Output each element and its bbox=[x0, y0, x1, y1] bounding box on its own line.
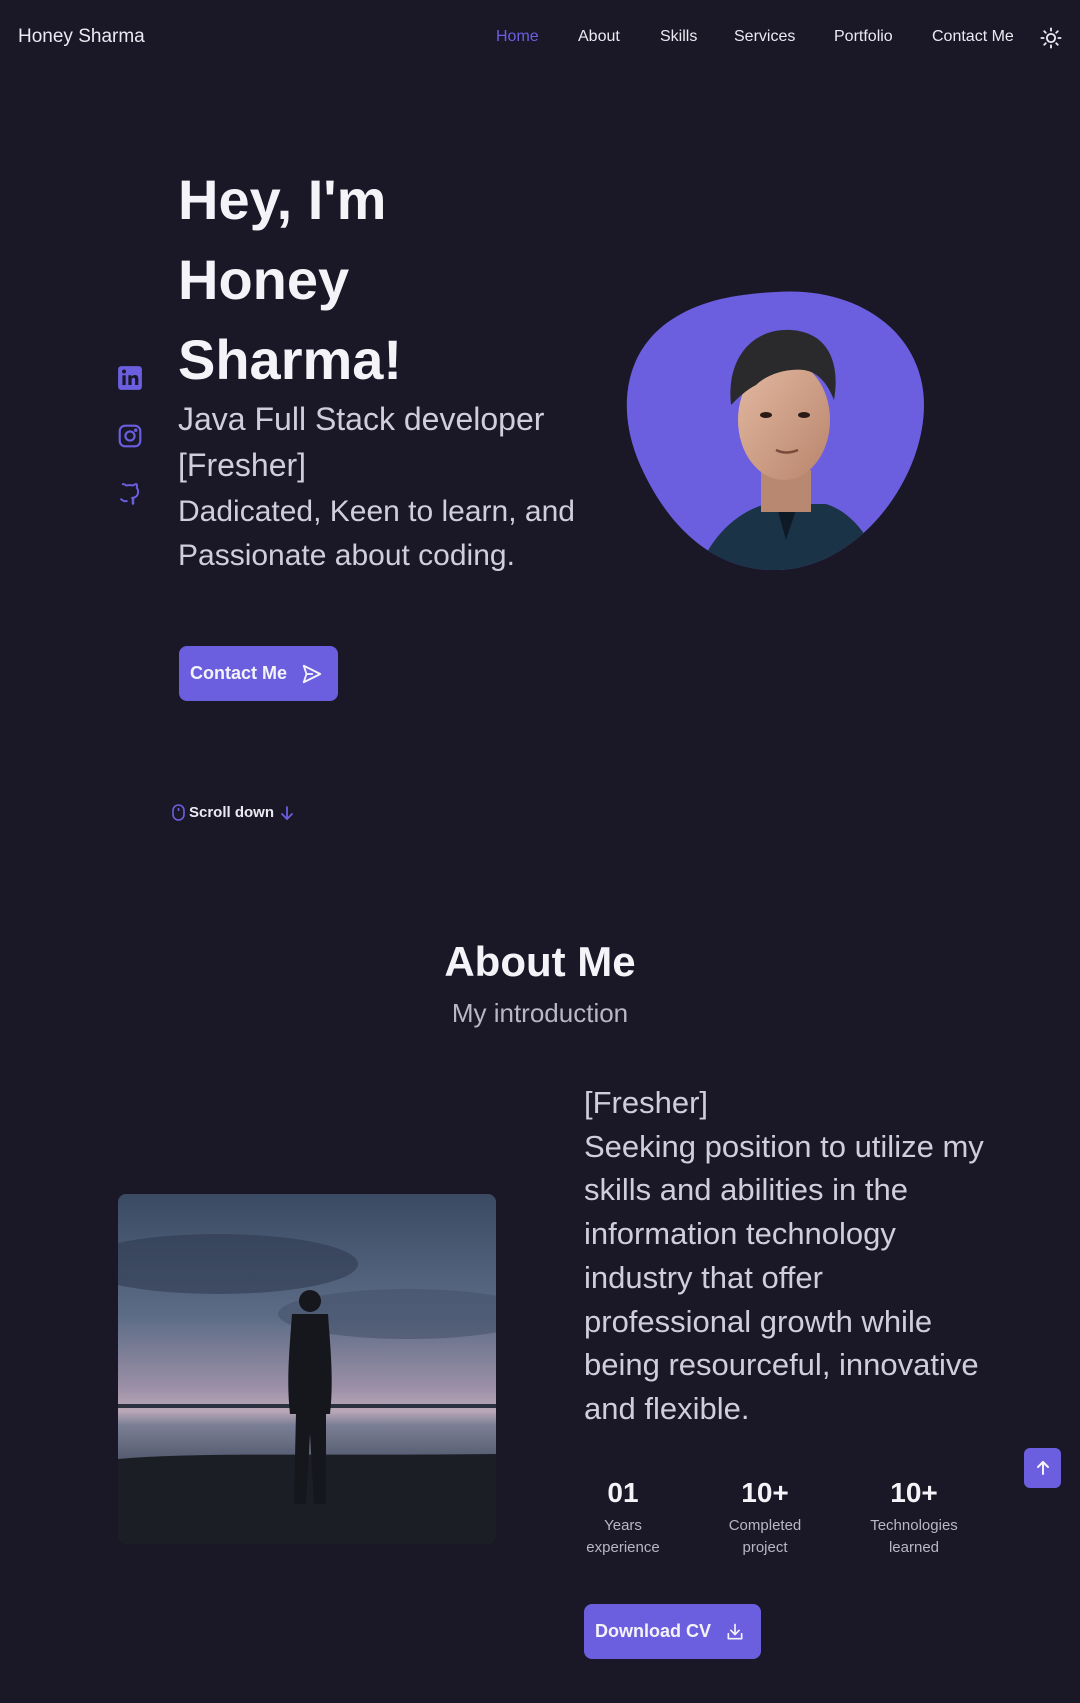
about-description: [Fresher] Seeking position to utilize my… bbox=[584, 1085, 984, 1426]
stat-experience: 01 Years experience bbox=[578, 1475, 668, 1559]
scroll-down-label: Scroll down bbox=[189, 804, 275, 821]
nav-menu: Home About Skills Services Portfolio Con… bbox=[0, 28, 1080, 52]
hero-subtitle: Java Full Stack developer [Fresher] bbox=[178, 401, 545, 483]
hero-title: Hey, I'm Honey Sharma! bbox=[178, 168, 403, 391]
download-cv-button[interactable]: Download CV bbox=[584, 1604, 761, 1659]
download-cv-label: Download CV bbox=[595, 1621, 711, 1641]
stat-label: Completed project bbox=[728, 1517, 802, 1556]
instagram-icon[interactable] bbox=[117, 423, 143, 449]
stat-technologies: 10+ Technologies learned bbox=[862, 1475, 966, 1559]
download-icon bbox=[727, 1623, 743, 1639]
hero-description: Dadicated, Keen to learn, and Passionate… bbox=[178, 495, 575, 572]
nav-skills[interactable]: Skills bbox=[660, 28, 697, 46]
contact-me-button[interactable]: Contact Me bbox=[179, 646, 338, 701]
scroll-to-top-button[interactable] bbox=[1024, 1448, 1061, 1488]
stat-number: 10+ bbox=[741, 1477, 789, 1508]
linkedin-icon[interactable] bbox=[117, 365, 143, 391]
stat-number: 10+ bbox=[890, 1477, 938, 1508]
stat-projects: 10+ Completed project bbox=[714, 1475, 816, 1559]
stat-label: Technologies learned bbox=[870, 1517, 958, 1556]
mouse-icon bbox=[172, 804, 185, 821]
arrow-up-icon bbox=[1036, 1461, 1049, 1475]
profile-avatar bbox=[626, 291, 924, 571]
nav-about[interactable]: About bbox=[578, 28, 620, 46]
nav-portfolio[interactable]: Portfolio bbox=[834, 28, 893, 46]
github-icon[interactable] bbox=[117, 481, 143, 507]
stat-label: Years experience bbox=[586, 1517, 660, 1556]
nav-home[interactable]: Home bbox=[496, 28, 539, 46]
send-icon bbox=[302, 664, 322, 683]
arrow-down-icon bbox=[281, 805, 293, 820]
about-subtitle: My introduction bbox=[451, 998, 629, 1028]
scroll-down-link[interactable]: Scroll down bbox=[172, 804, 296, 821]
header: Honey Sharma Home About Skills Services … bbox=[0, 0, 1080, 78]
contact-me-label: Contact Me bbox=[190, 663, 288, 683]
about-title: About Me bbox=[444, 938, 636, 985]
sun-icon[interactable] bbox=[1040, 27, 1062, 49]
nav-contact[interactable]: Contact Me bbox=[932, 28, 1014, 46]
nav-services[interactable]: Services bbox=[734, 28, 795, 46]
stat-number: 01 bbox=[607, 1477, 639, 1508]
about-photo bbox=[118, 1194, 496, 1544]
